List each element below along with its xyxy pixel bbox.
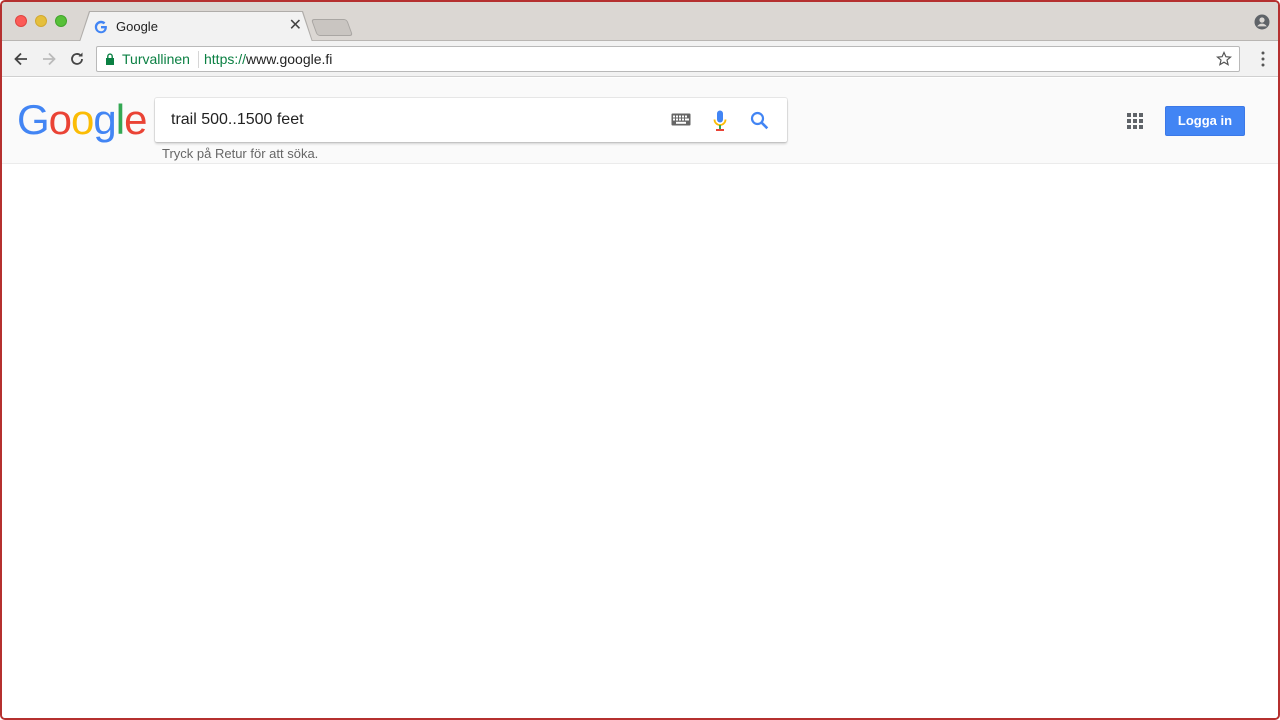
window-maximize-button[interactable] (55, 15, 67, 27)
tab-strip: Google ✕ (2, 2, 1278, 41)
logo-letter: g (93, 96, 116, 143)
secure-label: Turvallinen (122, 51, 190, 67)
google-logo[interactable]: Google (17, 96, 147, 144)
microphone-icon[interactable] (712, 110, 728, 132)
logo-letter: e (124, 96, 147, 143)
apps-grid-icon[interactable] (1127, 113, 1143, 129)
sign-in-button[interactable]: Logga in (1165, 106, 1245, 136)
keyboard-icon[interactable] (671, 113, 691, 126)
logo-letter: o (71, 96, 94, 143)
url-text: https://www.google.fi (204, 51, 332, 67)
back-arrow-icon[interactable] (11, 49, 31, 69)
google-header: Google trail 500..1500 feet Tryck på Ret… (2, 78, 1278, 164)
search-icon[interactable] (750, 111, 769, 130)
url-host: www.google.fi (246, 51, 333, 67)
address-bar[interactable]: Turvallinen https://www.google.fi (96, 46, 1240, 72)
results-area (2, 165, 1278, 718)
reload-icon[interactable] (67, 49, 87, 69)
omnibox-divider (198, 51, 199, 68)
search-box[interactable]: trail 500..1500 feet (155, 98, 787, 142)
google-favicon-icon (94, 20, 108, 34)
search-hint: Tryck på Retur för att söka. (162, 146, 319, 161)
window-minimize-button[interactable] (35, 15, 47, 27)
new-tab-button[interactable] (310, 19, 354, 36)
search-input[interactable]: trail 500..1500 feet (171, 111, 304, 129)
profile-icon[interactable] (1254, 14, 1270, 30)
logo-letter: l (115, 96, 125, 143)
logo-letter: o (48, 96, 72, 143)
close-icon[interactable]: ✕ (289, 17, 302, 35)
tab-title: Google (116, 19, 158, 34)
lock-icon (106, 53, 114, 65)
url-scheme: https:// (204, 51, 247, 67)
browser-window: Google ✕ Turvallinen https://www.google.… (0, 0, 1280, 720)
logo-letter: G (17, 96, 50, 143)
more-vert-icon[interactable] (1260, 51, 1266, 67)
star-icon[interactable] (1216, 51, 1232, 67)
browser-toolbar: Turvallinen https://www.google.fi (2, 41, 1278, 77)
forward-arrow-icon[interactable] (39, 49, 59, 69)
tab-google[interactable]: Google ✕ (80, 12, 312, 42)
window-close-button[interactable] (15, 15, 27, 27)
